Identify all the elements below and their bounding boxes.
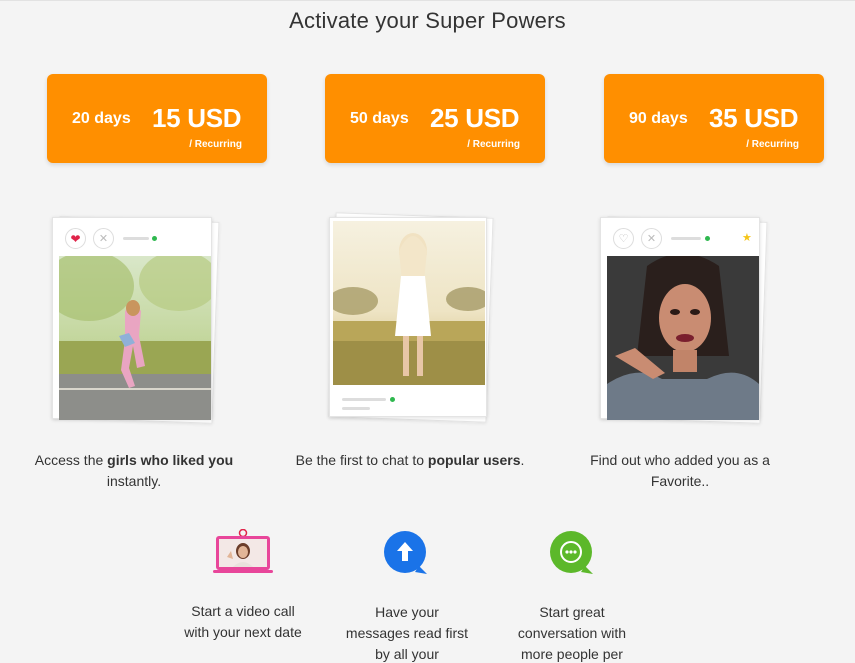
feature-popular-users: Be the first to chat to popular users.: [290, 450, 530, 471]
online-dot: [390, 397, 395, 402]
online-dot: [705, 236, 710, 241]
feature-more-conversations: Start great conversation with more peopl…: [517, 604, 627, 662]
feature-liked-you: Access the girls who liked you instantly…: [14, 450, 254, 492]
plan-price: 15 USD: [152, 103, 242, 133]
plan-days: 50 days: [350, 110, 409, 127]
caption-text: instantly.: [106, 473, 162, 489]
liked-you-illustration: ❤ ✕: [50, 213, 220, 424]
plan-recurring: / Recurring: [746, 139, 799, 150]
plan-recurring: / Recurring: [467, 139, 520, 150]
caption-text: Find out who added you as a Favorite..: [590, 452, 770, 489]
top-divider: [0, 0, 855, 1]
page-title: Activate your Super Powers: [289, 8, 566, 33]
name-placeholder: [342, 398, 386, 401]
plan-days: 20 days: [72, 110, 131, 127]
heart-icon: ❤: [65, 228, 86, 249]
profile-photo: [333, 221, 485, 385]
profile-photo: [59, 256, 211, 420]
profile-photo: [607, 256, 759, 420]
popular-users-illustration: [326, 212, 496, 423]
video-call-icon: [213, 528, 273, 575]
plan-20-days[interactable]: 20 days 15 USD / Recurring: [47, 74, 267, 163]
plan-50-days[interactable]: 50 days 25 USD / Recurring: [325, 74, 545, 163]
plan-90-days[interactable]: 90 days 35 USD / Recurring: [604, 74, 824, 163]
caption-bold: popular users: [427, 452, 521, 468]
plan-recurring: / Recurring: [189, 139, 242, 150]
online-dot: [152, 236, 157, 241]
feature-messages-first: Have your messages read first by all you…: [345, 604, 469, 662]
star-icon: ★: [742, 232, 752, 244]
favorite-illustration: ♡ ✕ ★: [598, 213, 768, 424]
caption-text: Access the: [34, 452, 108, 468]
info-placeholder: [342, 407, 370, 410]
feature-video-call: Start a video call with your next date: [184, 603, 302, 640]
plan-price: 35 USD: [709, 103, 799, 133]
heart-outline-icon: ♡: [613, 228, 634, 249]
plan-price: 25 USD: [430, 103, 520, 133]
arrow-up-icon: [383, 530, 429, 576]
name-placeholder: [671, 237, 701, 240]
card-front: [329, 217, 487, 417]
chat-bubble-icon: [549, 530, 595, 576]
card-front: ♡ ✕ ★: [600, 217, 760, 420]
card-front: ❤ ✕: [52, 217, 212, 420]
caption-text: Be the first to chat to: [295, 452, 428, 468]
name-placeholder: [123, 237, 149, 240]
close-icon: ✕: [93, 228, 114, 249]
plan-days: 90 days: [629, 110, 688, 127]
caption-bold: girls who liked you: [107, 452, 234, 468]
caption-text: .: [520, 452, 525, 468]
feature-favorites: Find out who added you as a Favorite..: [560, 450, 800, 492]
close-icon: ✕: [641, 228, 662, 249]
